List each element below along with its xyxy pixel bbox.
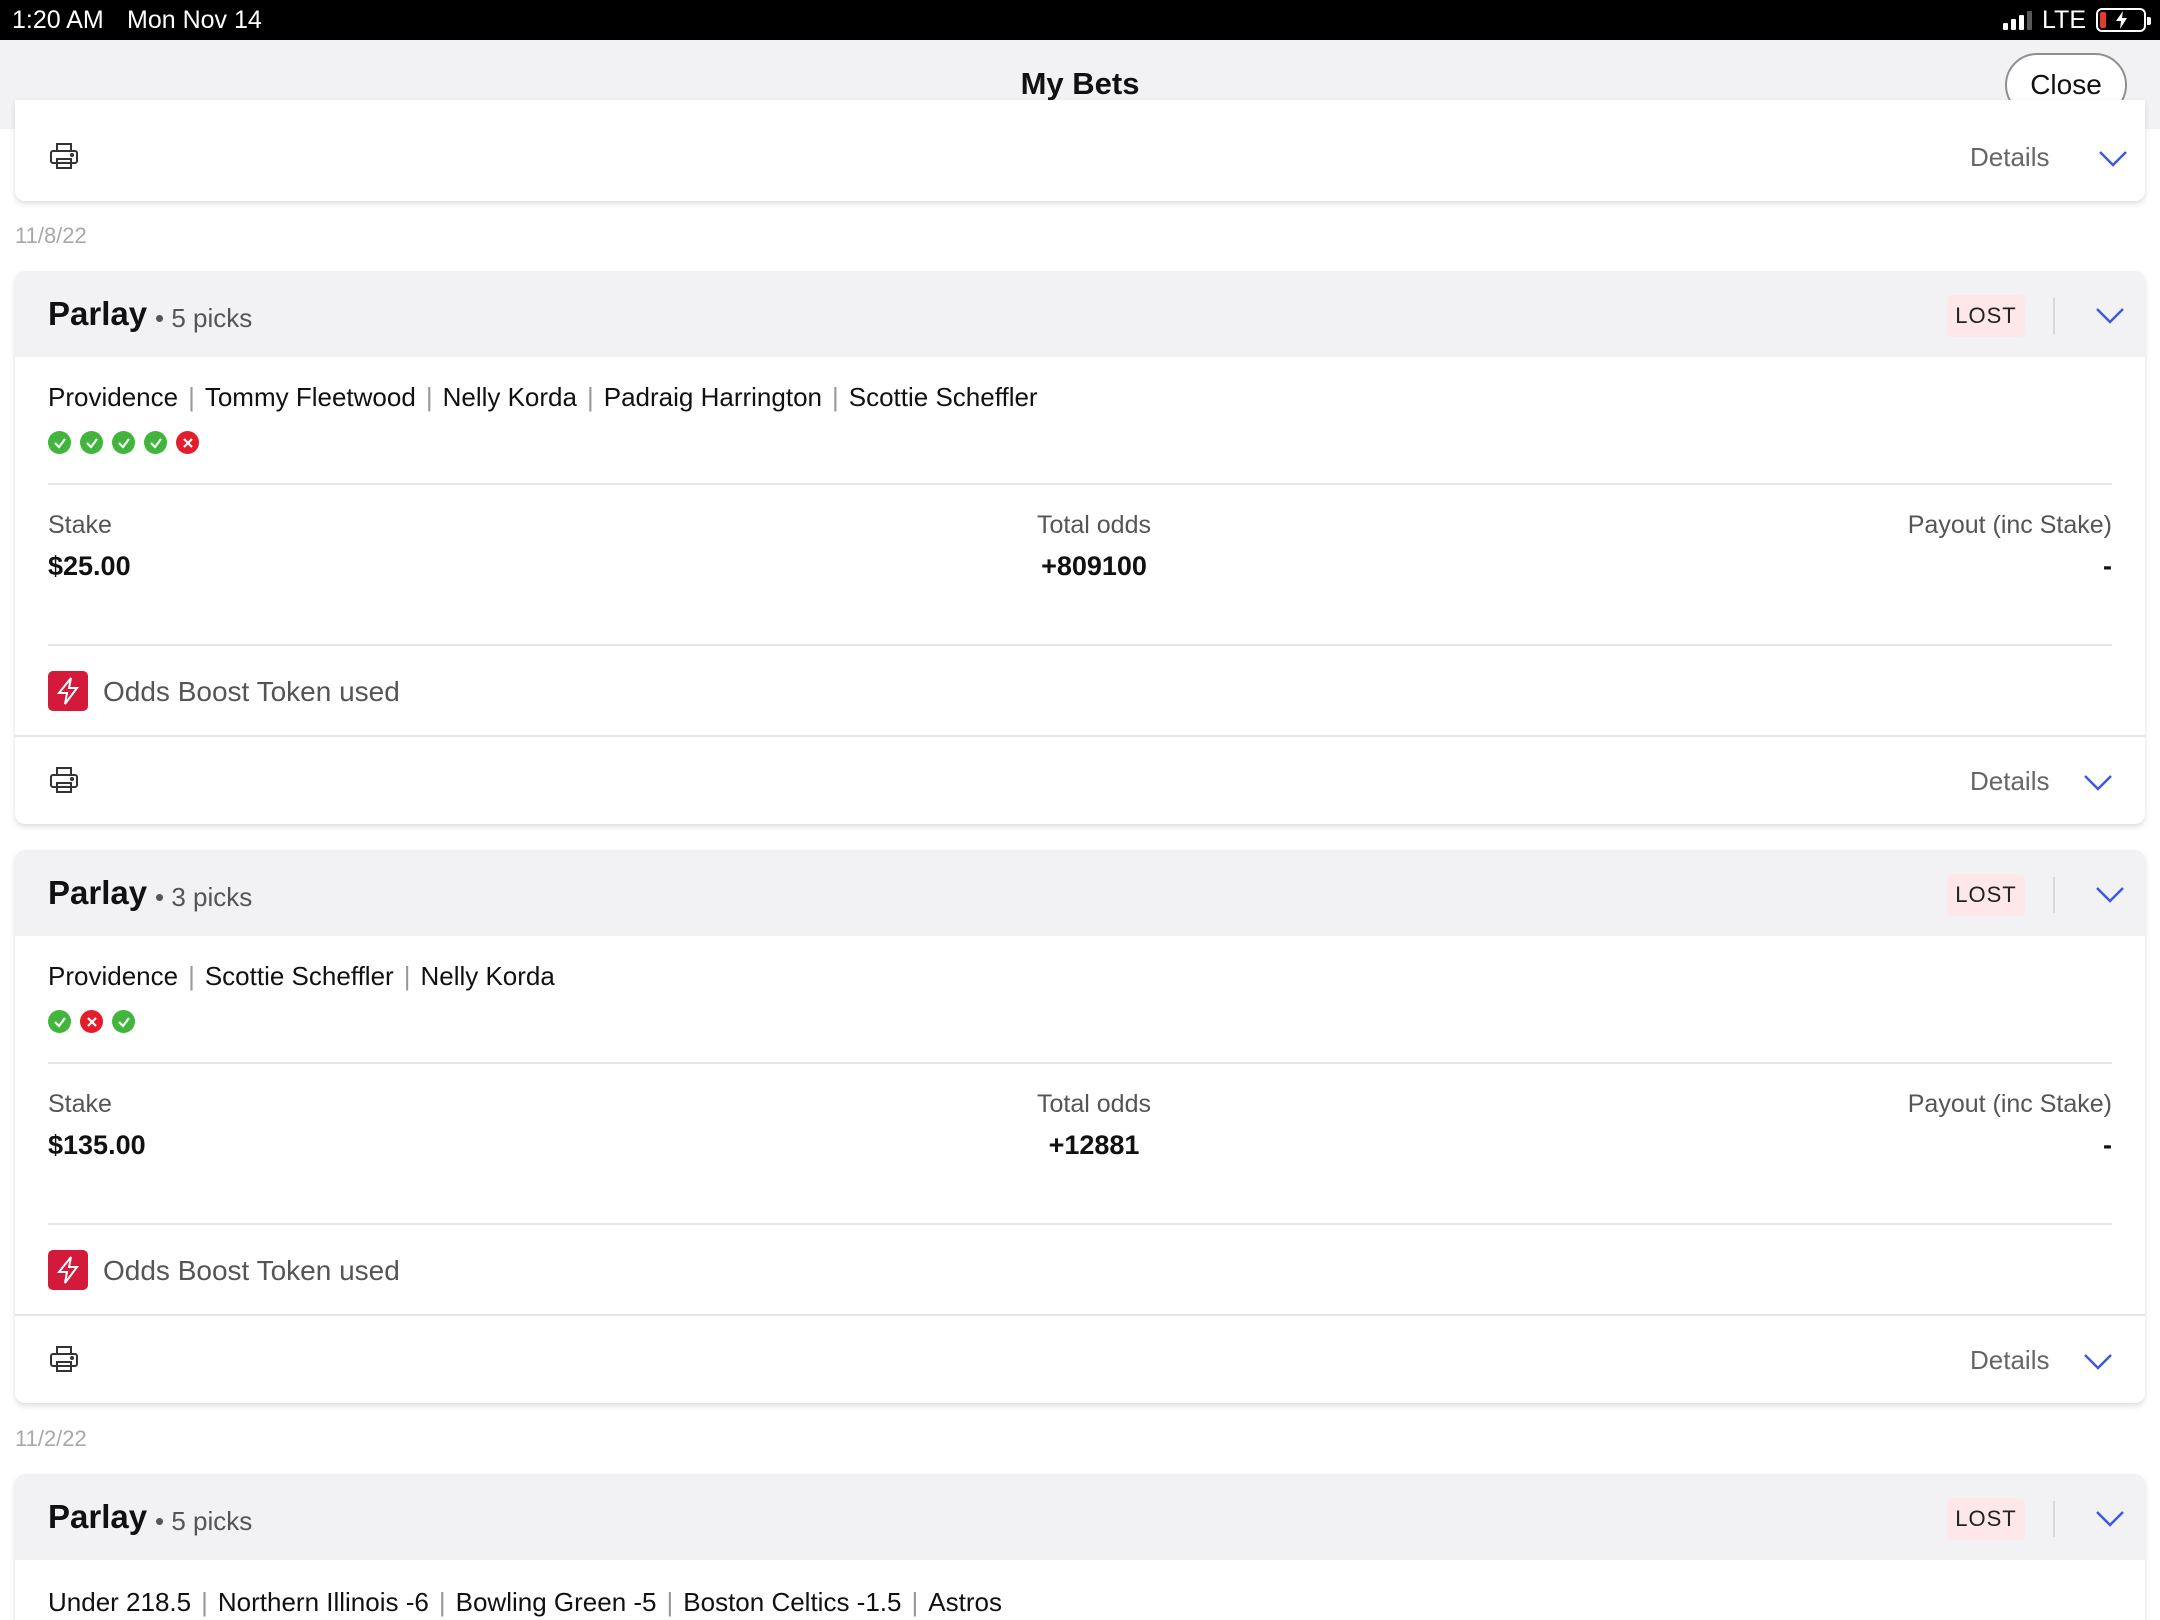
divider [48, 483, 2112, 485]
bet-type: Parlay [48, 295, 148, 332]
leg-name: Providence [48, 382, 179, 412]
divider [2053, 877, 2055, 913]
bet-type: Parlay [48, 1498, 148, 1535]
check-icon [112, 1010, 135, 1033]
status-badge: LOST [1947, 874, 2025, 916]
picks-count: • 5 picks [155, 1506, 253, 1536]
date-group-label: 11/8/22 [15, 223, 87, 248]
leg-results [48, 431, 199, 454]
payout-label: Payout (inc Stake) [1907, 511, 2112, 539]
status-date: Mon Nov 14 [127, 6, 262, 34]
status-bar: 1:20 AM Mon Nov 14 LTE [0, 0, 2160, 40]
total-odds-value: +12881 [1048, 1130, 1140, 1160]
divider [48, 644, 2112, 646]
details-link[interactable]: Details [1970, 142, 2049, 173]
odds-boost-label: Odds Boost Token used [103, 676, 400, 707]
divider [2053, 1501, 2055, 1537]
leg-name: Bowling Green -5 [455, 1587, 657, 1617]
picks-count: • 5 picks [155, 303, 253, 333]
leg-name: Nelly Korda [442, 382, 577, 412]
check-icon [144, 431, 167, 454]
stake-label: Stake [48, 511, 112, 539]
divider [15, 735, 2145, 737]
leg-name: Boston Celtics -1.5 [683, 1587, 902, 1617]
divider [48, 1062, 2112, 1064]
leg-name: Scottie Scheffler [848, 382, 1038, 412]
signal-icon [2003, 10, 2032, 30]
chevron-down-icon[interactable] [2095, 886, 2125, 904]
printer-icon[interactable] [48, 1343, 80, 1375]
bet-legs: Providence | Scottie Scheffler | Nelly Korda [48, 961, 555, 991]
bet-card: Parlay • 5 picks LOST Under 218.5 | Northe… [15, 1474, 2145, 1620]
divider [15, 1314, 2145, 1316]
bet-card-header[interactable]: Parlay • 5 picks LOST [15, 1474, 2145, 1560]
leg-name: Tommy Fleetwood [204, 382, 416, 412]
details-link[interactable]: Details [1970, 766, 2049, 797]
date-group-label: 11/2/22 [15, 1426, 87, 1451]
x-icon [176, 431, 199, 454]
status-right: LTE [2003, 5, 2151, 34]
chevron-down-icon[interactable] [2095, 307, 2125, 325]
check-icon [48, 1010, 71, 1033]
network-label: LTE [2042, 5, 2086, 34]
lightning-bolt-icon [48, 1250, 88, 1290]
status-badge: LOST [1947, 295, 2025, 337]
bet-card: Parlay • 5 picks LOST Providence | Tommy F… [15, 271, 2145, 824]
page-title: My Bets [1020, 66, 1140, 101]
leg-name: Providence [48, 961, 179, 991]
leg-name: Nelly Korda [420, 961, 555, 991]
bet-card-partial: Details [15, 100, 2145, 201]
leg-name: Scottie Scheffler [204, 961, 394, 991]
leg-name: Under 218.5 [48, 1587, 192, 1617]
chevron-down-icon[interactable] [2083, 774, 2113, 792]
total-odds-label: Total odds [1037, 1090, 1151, 1118]
chevron-down-icon[interactable] [2083, 1353, 2113, 1371]
leg-name: Padraig Harrington [603, 382, 822, 412]
leg-name: Astros [928, 1587, 1002, 1617]
details-link[interactable]: Details [1970, 1345, 2049, 1376]
payout-value: - [2103, 551, 2112, 581]
total-odds-value: +809100 [1041, 551, 1147, 581]
bet-card-header[interactable]: Parlay • 3 picks LOST [15, 850, 2145, 936]
chevron-down-icon[interactable] [2098, 150, 2128, 168]
odds-boost-label: Odds Boost Token used [103, 1255, 400, 1286]
battery-charging-icon [2096, 8, 2151, 32]
payout-value: - [2103, 1130, 2112, 1160]
check-icon [48, 431, 71, 454]
chevron-down-icon[interactable] [2095, 1510, 2125, 1528]
stake-value: $25.00 [48, 551, 131, 581]
bet-card: Parlay • 3 picks LOST Providence | Scottie… [15, 850, 2145, 1403]
total-odds-label: Total odds [1037, 511, 1151, 539]
bet-card-header[interactable]: Parlay • 5 picks LOST [15, 271, 2145, 357]
stake-value: $135.00 [48, 1130, 146, 1160]
payout-label: Payout (inc Stake) [1907, 1090, 2112, 1118]
status-time: 1:20 AM [12, 6, 104, 34]
leg-name: Northern Illinois -6 [217, 1587, 429, 1617]
printer-icon[interactable] [48, 140, 80, 172]
bet-legs: Providence | Tommy Fleetwood | Nelly Korda | P… [48, 382, 1038, 412]
printer-icon[interactable] [48, 764, 80, 796]
stake-label: Stake [48, 1090, 112, 1118]
divider [2053, 298, 2055, 334]
lightning-bolt-icon [48, 671, 88, 711]
bet-type: Parlay [48, 874, 148, 911]
check-icon [112, 431, 135, 454]
status-badge: LOST [1947, 1498, 2025, 1540]
divider [48, 1223, 2112, 1225]
check-icon [80, 431, 103, 454]
bet-legs: Under 218.5 | Northern Illinois -6 | Bowling… [48, 1587, 1002, 1617]
x-icon [80, 1010, 103, 1033]
picks-count: • 3 picks [155, 882, 253, 912]
leg-results [48, 1010, 135, 1033]
